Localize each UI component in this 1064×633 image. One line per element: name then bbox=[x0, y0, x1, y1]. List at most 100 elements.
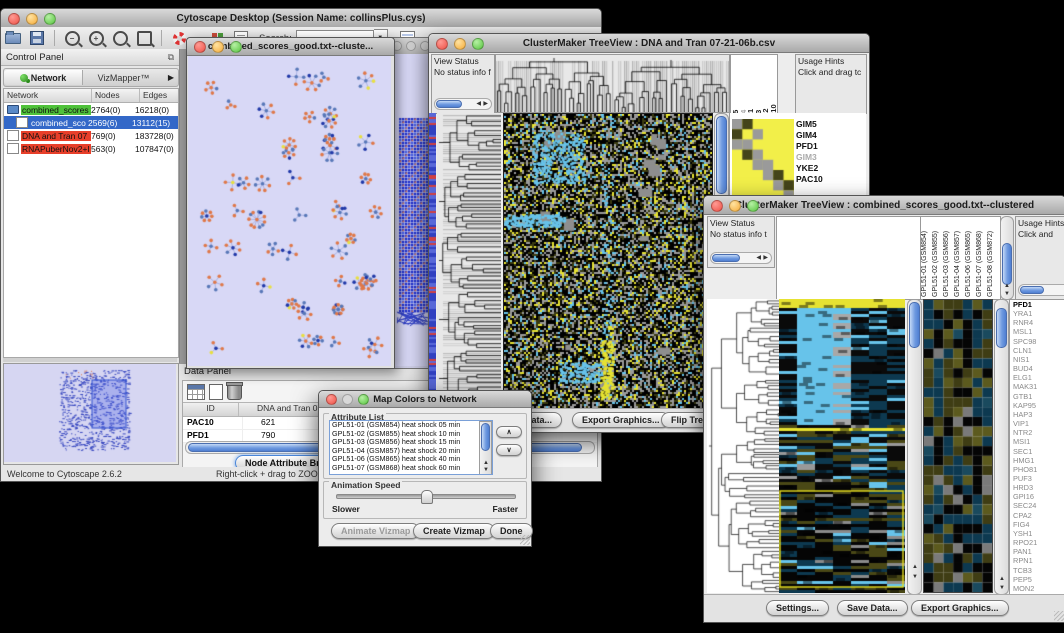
tv1-gene-label[interactable]: PFD1 bbox=[796, 141, 856, 152]
tv2-gene-label[interactable]: RNR4 bbox=[1010, 318, 1064, 327]
tv2-gene-label[interactable]: KAP95 bbox=[1010, 401, 1064, 410]
zoom-window-icon[interactable] bbox=[747, 200, 759, 212]
close-icon[interactable] bbox=[194, 41, 206, 53]
tv2-gene-label[interactable]: PFD1 bbox=[1010, 300, 1064, 309]
treeview1-titlebar[interactable]: ClusterMaker TreeView : DNA and Tran 07-… bbox=[429, 34, 869, 53]
tv1-export-graphics-button[interactable]: Export Graphics... bbox=[572, 412, 670, 428]
tv2-gene-dendrogram[interactable] bbox=[707, 299, 779, 593]
tv2-gene-label[interactable]: NTR2 bbox=[1010, 428, 1064, 437]
attribute-item[interactable]: GPL51-07 (GSM868) heat shock 60 min bbox=[330, 464, 492, 473]
zoom-window-icon[interactable] bbox=[358, 394, 369, 405]
attribute-list-scrollbar[interactable]: ▲▼ bbox=[479, 421, 492, 475]
window-controls[interactable] bbox=[8, 13, 56, 25]
zoom-selected-button[interactable] bbox=[108, 29, 132, 48]
network-overview-canvas[interactable] bbox=[4, 364, 176, 462]
new-doc-icon[interactable] bbox=[209, 384, 223, 400]
tv2-usage-scrollbar[interactable] bbox=[1018, 284, 1064, 296]
network-column-header[interactable]: Edges bbox=[140, 89, 190, 102]
tv2-gene-label[interactable]: SEC1 bbox=[1010, 447, 1064, 456]
tv2-gene-label[interactable]: NIS1 bbox=[1010, 355, 1064, 364]
zoom-window-icon[interactable] bbox=[44, 13, 56, 25]
tv2-gene-label[interactable]: MSI1 bbox=[1010, 437, 1064, 446]
network-row[interactable]: RNAPuberNov2+I563(0)107847(0) bbox=[4, 142, 178, 155]
network-row[interactable]: combined_scores2764(0)16218(0) bbox=[4, 103, 178, 116]
tv2-gene-label[interactable]: PEP5 bbox=[1010, 575, 1064, 584]
tv2-gene-label[interactable]: VIP1 bbox=[1010, 419, 1064, 428]
tv2-gene-label[interactable]: HAP3 bbox=[1010, 410, 1064, 419]
treeview2-titlebar[interactable]: ClusterMaker TreeView : combined_scores_… bbox=[704, 196, 1064, 215]
tv2-gene-label[interactable]: HMG1 bbox=[1010, 456, 1064, 465]
tv1-gene-label[interactable]: GIM3 bbox=[796, 152, 856, 163]
tv2-gene-label[interactable]: MSL1 bbox=[1010, 327, 1064, 336]
tv2-gene-label[interactable]: MON2 bbox=[1010, 584, 1064, 593]
trash-icon[interactable] bbox=[227, 384, 242, 400]
resize-grip[interactable] bbox=[1054, 611, 1064, 621]
network-row[interactable]: combined_sco2569(6)13112(15) bbox=[4, 116, 178, 129]
tv1-gene-label[interactable]: PAC10 bbox=[796, 174, 856, 185]
tv2-gene-label[interactable]: PHO81 bbox=[1010, 465, 1064, 474]
tv2-gene-label[interactable]: YSH1 bbox=[1010, 529, 1064, 538]
tv2-gene-label[interactable]: SEC24 bbox=[1010, 501, 1064, 510]
resize-grip[interactable] bbox=[520, 535, 530, 545]
tv2-vscrollbar[interactable]: ▲▼ bbox=[907, 299, 922, 595]
minimize-icon[interactable] bbox=[729, 200, 741, 212]
network-overview[interactable] bbox=[3, 363, 179, 465]
zoom-out-button[interactable]: − bbox=[60, 29, 84, 48]
attribute-up-button[interactable]: ∧ bbox=[496, 426, 522, 438]
animation-speed-slider[interactable] bbox=[336, 494, 516, 499]
tv2-gene-label[interactable]: CLN1 bbox=[1010, 346, 1064, 355]
tv2-gene-label[interactable]: ELG1 bbox=[1010, 373, 1064, 382]
tv1-heatmap[interactable] bbox=[503, 113, 713, 409]
animate-vizmap-button[interactable]: Animate Vizmap bbox=[331, 523, 420, 539]
tv2-collabel-scrollbar[interactable]: ▲▼ bbox=[1000, 216, 1014, 300]
minimize-icon[interactable] bbox=[342, 394, 353, 405]
tv1-global-strip[interactable] bbox=[429, 113, 436, 409]
zoom-window-icon[interactable] bbox=[230, 41, 242, 53]
tv2-gene-label[interactable]: RPN1 bbox=[1010, 556, 1064, 565]
tv2-gene-label[interactable]: PUF3 bbox=[1010, 474, 1064, 483]
tv1-column-dendrogram[interactable] bbox=[495, 54, 730, 113]
tv2-gene-label[interactable]: PAN1 bbox=[1010, 547, 1064, 556]
tv1-gene-label[interactable]: GIM5 bbox=[796, 119, 856, 130]
tv2-gene-label[interactable]: GTB1 bbox=[1010, 392, 1064, 401]
attribute-down-button[interactable]: ∨ bbox=[496, 444, 522, 456]
tv2-zoom-view[interactable] bbox=[923, 299, 993, 593]
tv2-gene-label[interactable]: GPI16 bbox=[1010, 492, 1064, 501]
tv2-export-graphics-button[interactable]: Export Graphics... bbox=[911, 600, 1009, 616]
close-icon[interactable] bbox=[436, 38, 448, 50]
table-icon[interactable] bbox=[187, 384, 205, 400]
network-row[interactable]: DNA and Tran 07769(0)183728(0) bbox=[4, 129, 178, 142]
open-session-button[interactable] bbox=[1, 29, 25, 48]
tv1-gene-label[interactable]: GIM4 bbox=[796, 130, 856, 141]
zoom-fit-button[interactable] bbox=[132, 29, 156, 48]
tab-overflow-arrow[interactable]: ▶ bbox=[164, 73, 178, 82]
data-col-id[interactable]: ID bbox=[183, 403, 239, 416]
tv2-gene-label[interactable]: MAK31 bbox=[1010, 382, 1064, 391]
tv2-status-scrollbar[interactable]: ◀▶ bbox=[710, 252, 772, 264]
tv2-gene-label[interactable]: TCB3 bbox=[1010, 566, 1064, 575]
tv1-status-scrollbar[interactable]: ◀▶ bbox=[434, 98, 492, 110]
tab-network[interactable]: Network bbox=[4, 70, 83, 85]
tv2-settings-button[interactable]: Settings... bbox=[766, 600, 829, 616]
close-icon[interactable] bbox=[711, 200, 723, 212]
create-vizmap-button[interactable]: Create Vizmap bbox=[413, 523, 495, 539]
network-view-canvas[interactable] bbox=[188, 56, 391, 366]
tv2-gene-label[interactable]: BUD4 bbox=[1010, 364, 1064, 373]
tv1-zoom-matrix[interactable] bbox=[732, 119, 794, 201]
tv2-heatmap[interactable] bbox=[779, 299, 905, 593]
panel-splitter[interactable] bbox=[3, 358, 177, 362]
minimize-icon[interactable] bbox=[26, 13, 38, 25]
tv2-gene-label[interactable]: YRA1 bbox=[1010, 309, 1064, 318]
tv1-gene-label[interactable]: YKE2 bbox=[796, 163, 856, 174]
tab-vizmapper[interactable]: VizMapper™ bbox=[83, 73, 164, 83]
tv2-gene-label[interactable]: HRD3 bbox=[1010, 483, 1064, 492]
minimize-icon[interactable] bbox=[454, 38, 466, 50]
network-column-header[interactable]: Nodes bbox=[92, 89, 140, 102]
tv1-gene-dendrogram[interactable] bbox=[437, 113, 501, 409]
float-panel-icon[interactable]: ⧉ bbox=[168, 52, 174, 63]
tv2-gene-label[interactable]: CPA2 bbox=[1010, 511, 1064, 520]
save-session-button[interactable] bbox=[25, 29, 49, 48]
tv2-gene-label[interactable]: RPO21 bbox=[1010, 538, 1064, 547]
close-icon[interactable] bbox=[8, 13, 20, 25]
main-titlebar[interactable]: Cytoscape Desktop (Session Name: collins… bbox=[1, 9, 601, 28]
